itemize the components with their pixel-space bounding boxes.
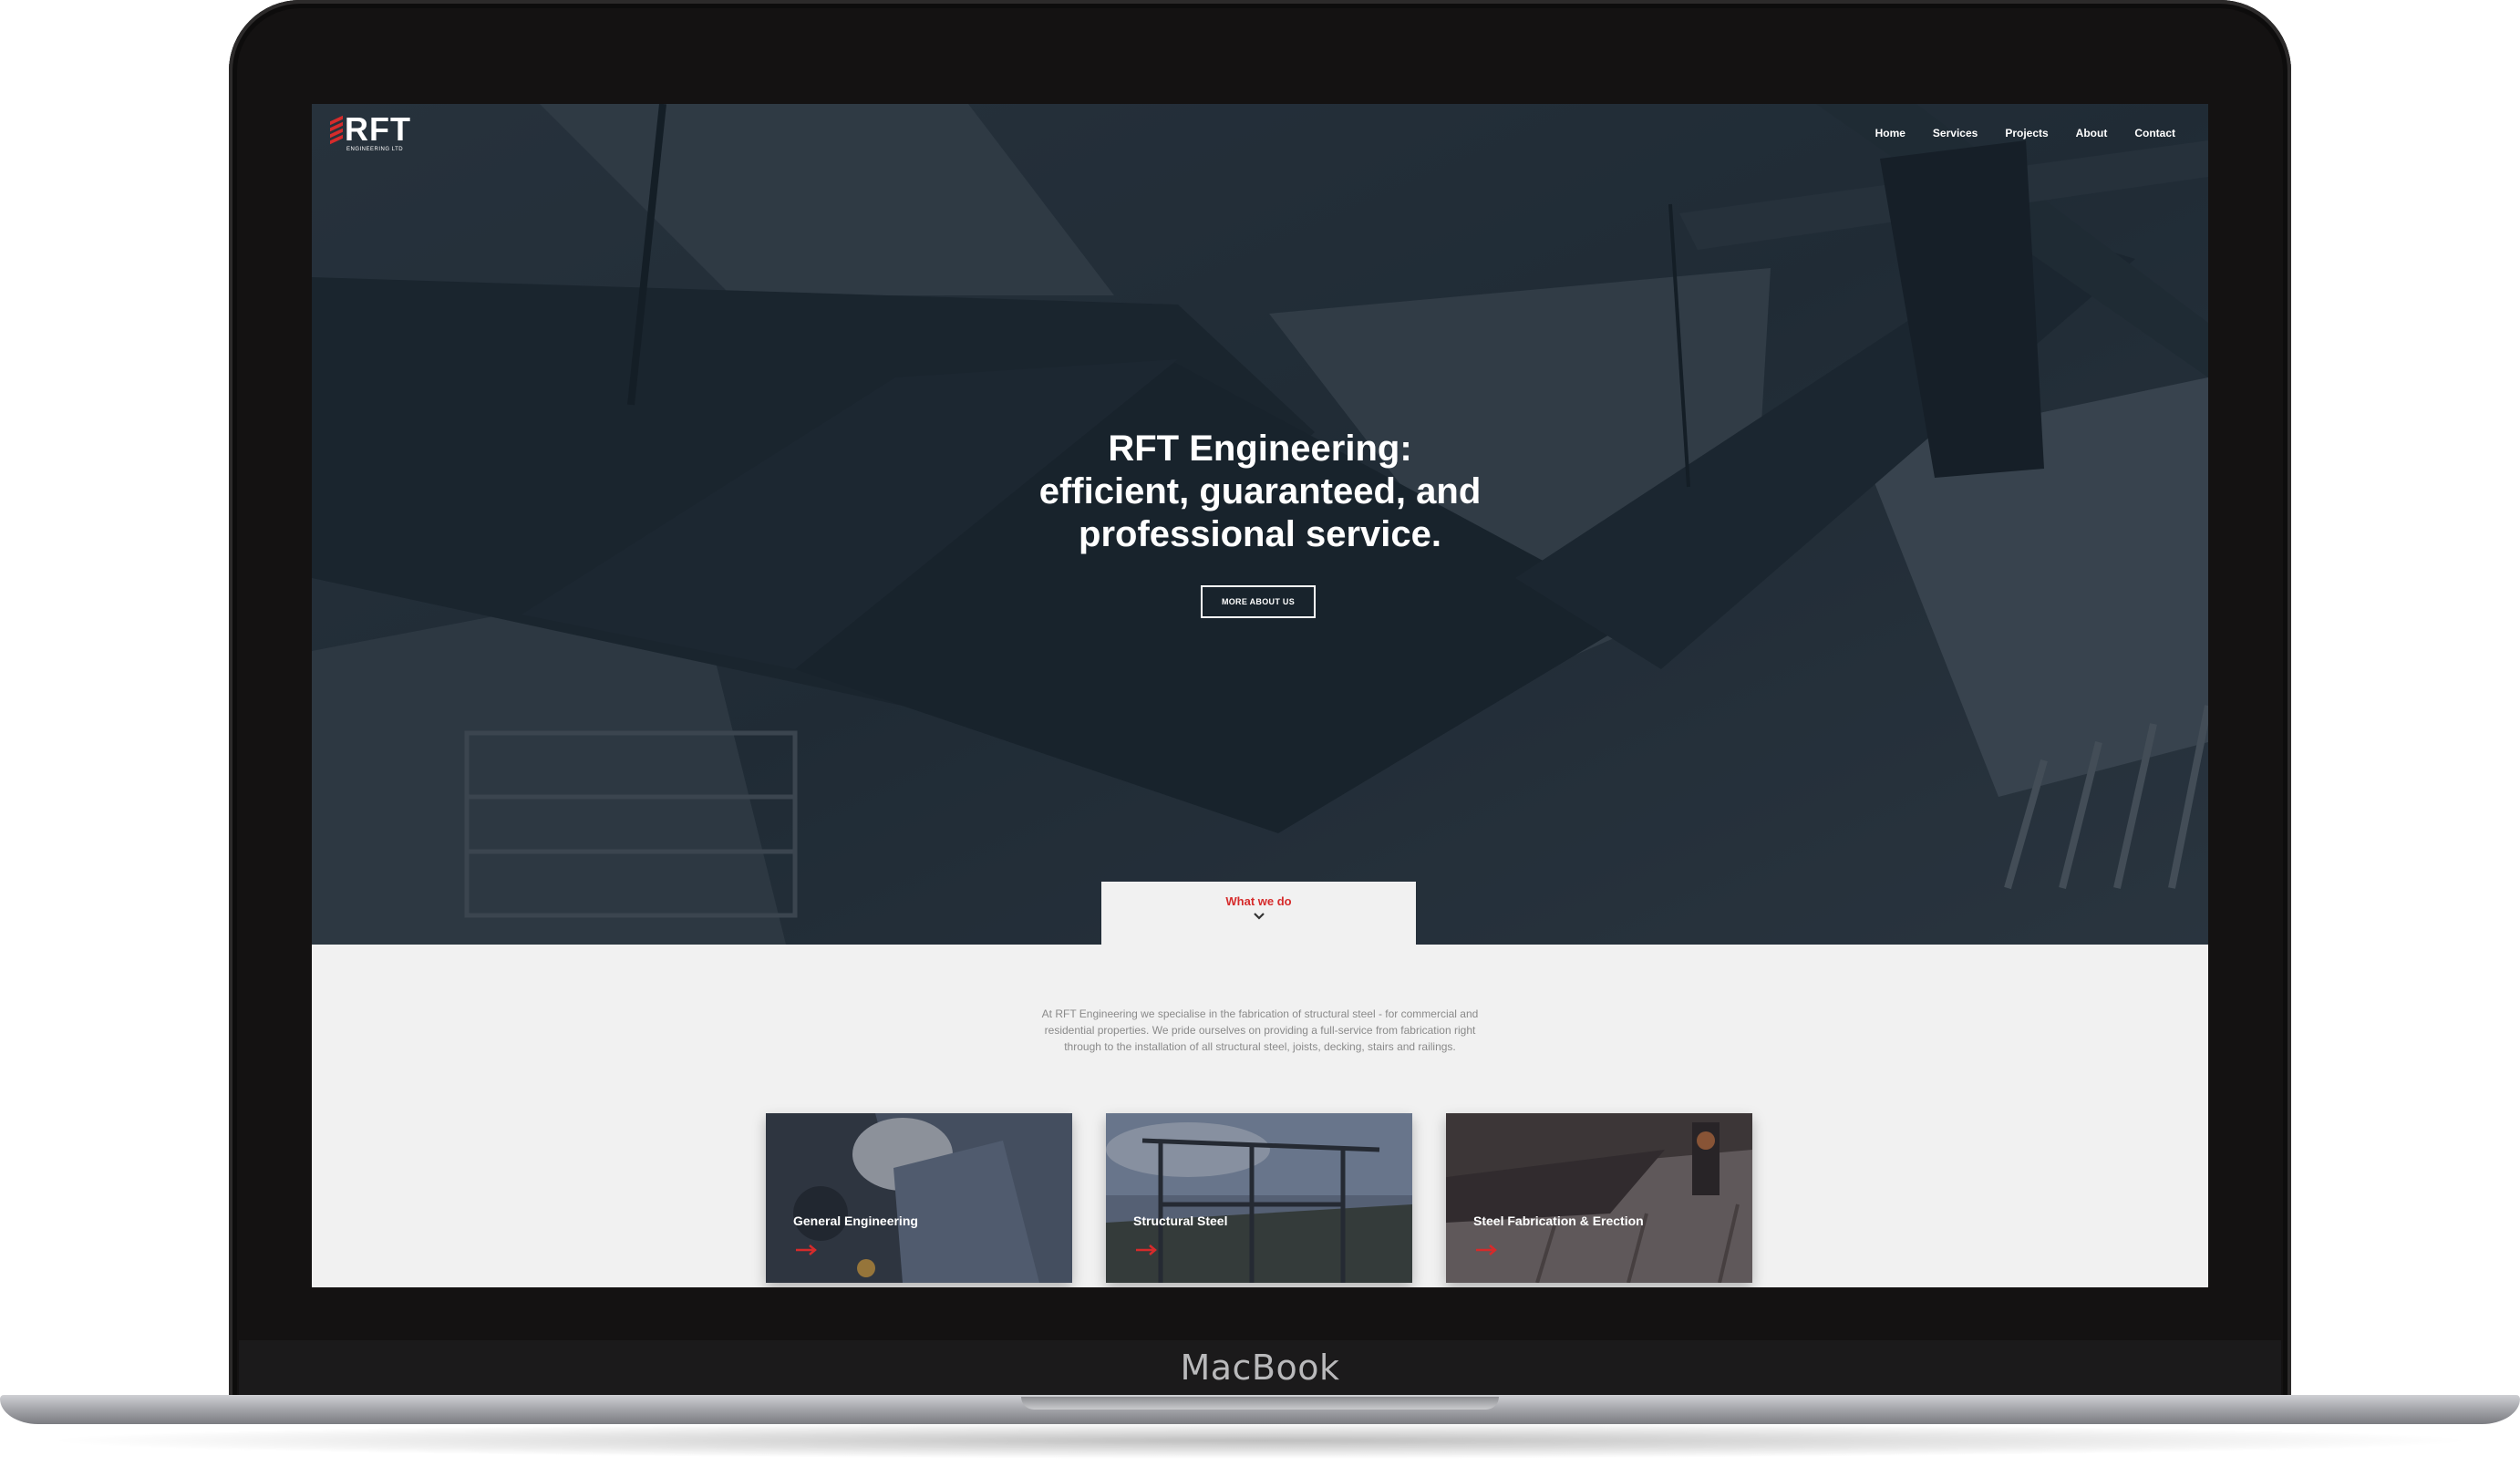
nav-services[interactable]: Services (1933, 127, 1978, 139)
laptop-brand-label: MacBook (1180, 1348, 1340, 1388)
nav-projects[interactable]: Projects (2005, 127, 2048, 139)
laptop-notch (1021, 1397, 1499, 1410)
arrow-right-icon (796, 1245, 817, 1255)
logo-text: RFT (345, 110, 411, 148)
nav-about[interactable]: About (2076, 127, 2108, 139)
arrow-right-icon (1476, 1245, 1497, 1255)
hero-title: RFT Engineering: efficient, guaranteed, … (312, 428, 2208, 556)
nav-contact[interactable]: Contact (2134, 127, 2175, 139)
laptop-shadow (36, 1422, 2484, 1459)
service-card-title: General Engineering (793, 1214, 918, 1228)
nav-home[interactable]: Home (1875, 127, 1905, 139)
service-card-title: Structural Steel (1133, 1214, 1228, 1228)
intro-line: At RFT Engineering we specialise in the … (1041, 1007, 1479, 1020)
intro-text: At RFT Engineering we specialise in the … (312, 1006, 2208, 1055)
hero-title-line: efficient, guaranteed, and (1038, 471, 1482, 511)
intro-line: through to the installation of all struc… (1064, 1040, 1456, 1053)
steel-frame-photo (1106, 1113, 1412, 1283)
what-we-do-label: What we do (1225, 894, 1292, 908)
hero-section: RFT ENGINEERING LTD Home Services Projec… (312, 104, 2208, 945)
more-about-us-button[interactable]: MORE ABOUT US (1201, 585, 1316, 618)
fabrication-photo (1446, 1113, 1752, 1283)
service-card-steel-fabrication-erection[interactable]: Steel Fabrication & Erection (1446, 1113, 1752, 1283)
service-card-general-engineering[interactable]: General Engineering (766, 1113, 1072, 1283)
browser-screen: RFT ENGINEERING LTD Home Services Projec… (312, 104, 2208, 1287)
hero-title-line: professional service. (1079, 514, 1441, 554)
service-card-title: Steel Fabrication & Erection (1473, 1214, 1644, 1228)
arrow-right-icon (1136, 1245, 1157, 1255)
intro-line: residential properties. We pride ourselv… (1044, 1024, 1476, 1037)
hero-title-line: RFT Engineering: (1108, 429, 1412, 469)
chevron-down-icon (1253, 913, 1265, 920)
welding-photo (766, 1113, 1072, 1283)
service-card-structural-steel[interactable]: Structural Steel (1106, 1113, 1412, 1283)
logo-subtext: ENGINEERING LTD (346, 147, 404, 152)
logo-stripes-icon (330, 115, 343, 145)
what-we-do-tab[interactable]: What we do (1101, 882, 1416, 945)
main-nav: Home Services Projects About Contact (1875, 127, 2175, 139)
site-logo[interactable]: RFT ENGINEERING LTD (330, 110, 421, 152)
